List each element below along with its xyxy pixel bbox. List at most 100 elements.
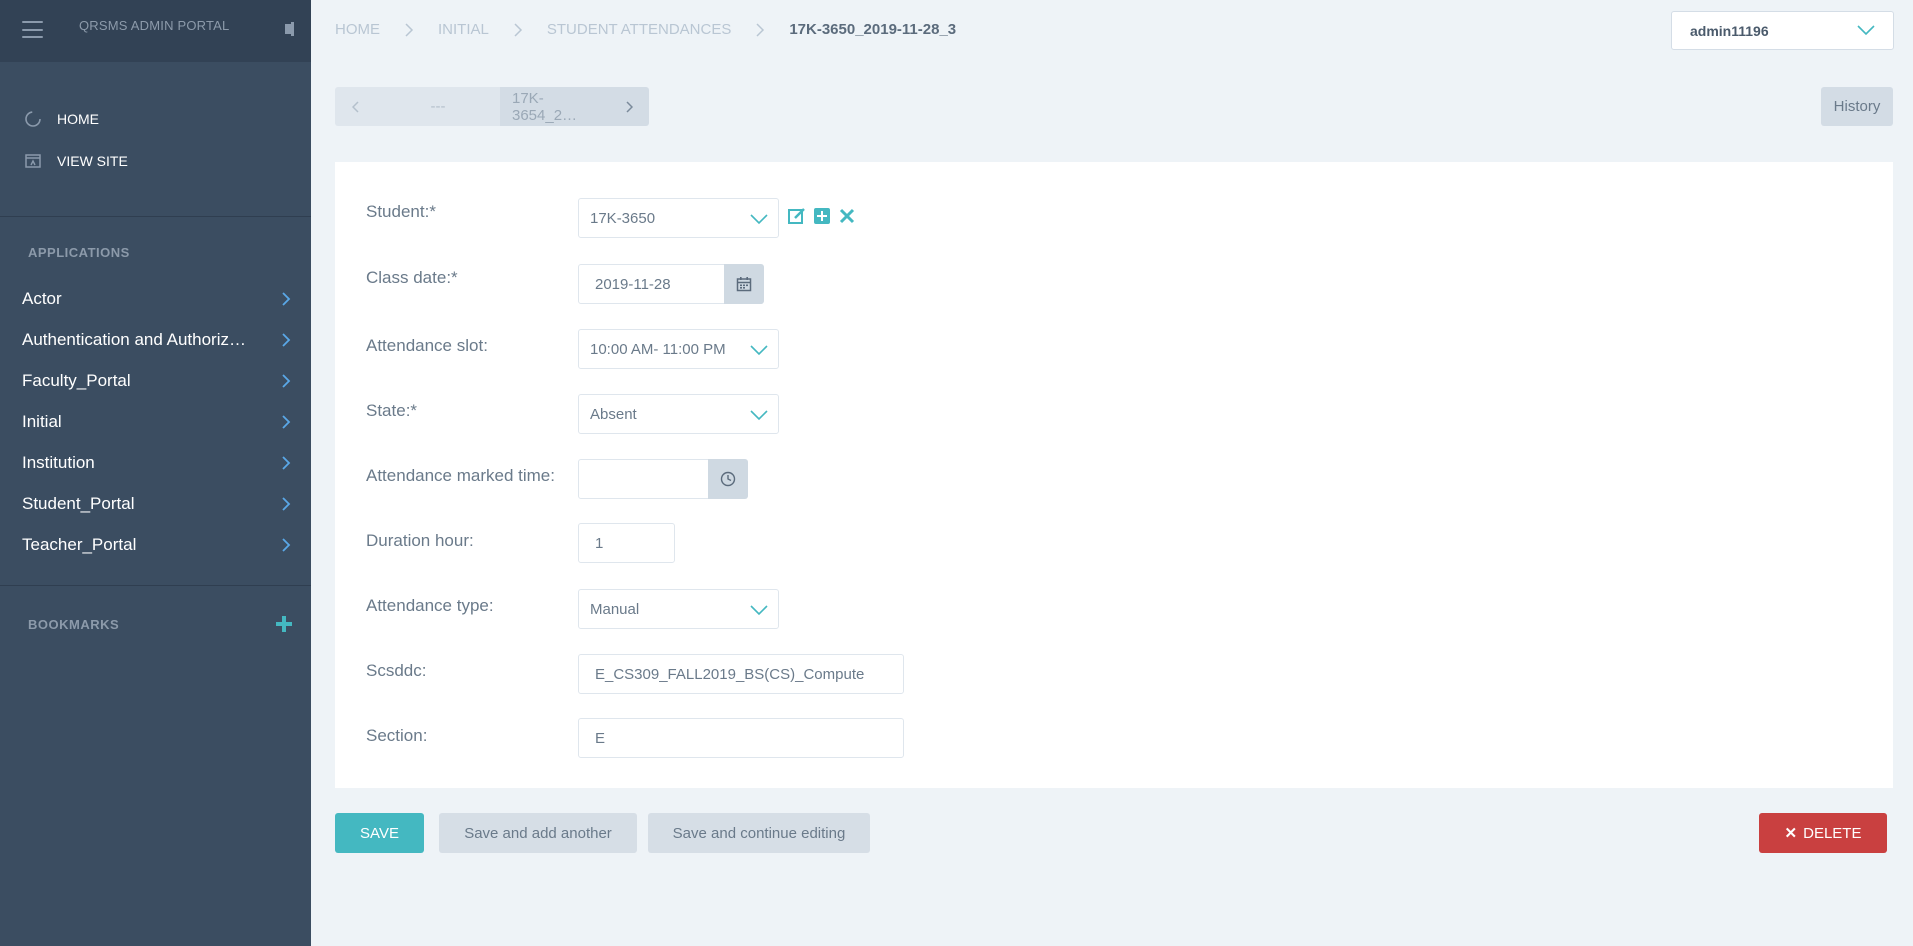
view-site-link-label: VIEW SITE: [57, 153, 128, 169]
home-link-label: HOME: [57, 111, 99, 127]
sidebar-item-institution[interactable]: Institution: [0, 442, 311, 483]
sidebar-item-label: Initial: [22, 411, 62, 431]
record-pager: --- 17K-3654_2…: [335, 87, 649, 126]
sidebar-header: QRSMS ADMIN PORTAL: [0, 0, 311, 62]
calendar-button[interactable]: [724, 264, 764, 304]
attendance-type-select[interactable]: Manual: [578, 589, 779, 629]
student-label: Student:*: [366, 202, 436, 221]
attendance-type-value: Manual: [590, 600, 640, 618]
sidebar-divider: [0, 585, 311, 586]
previous-record-button[interactable]: [335, 87, 376, 126]
duration-hour-label: Duration hour:: [366, 531, 474, 550]
sidebar-item-label: Institution: [22, 452, 95, 472]
clock-button[interactable]: [708, 459, 748, 499]
sidebar-item-label: Teacher_Portal: [22, 534, 137, 554]
state-select[interactable]: Absent: [578, 394, 779, 434]
chevron-right-icon: [282, 332, 291, 347]
attendance-slot-select[interactable]: 10:00 AM- 11:00 PM: [578, 329, 779, 369]
scsddc-value: E_CS309_FALL2019_BS(CS)_Compute: [595, 665, 865, 683]
sidebar-item-label: Authentication and Authoriz…: [22, 329, 246, 349]
save-and-add-another-button[interactable]: Save and add another: [439, 813, 637, 853]
chevron-down-icon: [750, 214, 768, 225]
edit-related-icon[interactable]: [786, 205, 808, 227]
attendance-marked-time-input[interactable]: [578, 459, 711, 499]
home-circle-icon: [23, 109, 43, 129]
section-value: E: [595, 729, 606, 747]
pin-icon[interactable]: [276, 20, 296, 38]
chevron-right-icon: [282, 373, 291, 388]
class-date-value: 2019-11-28: [595, 275, 671, 293]
section-label: Section:: [366, 726, 428, 745]
breadcrumb-home[interactable]: HOME: [335, 21, 380, 38]
calendar-icon: [736, 277, 752, 292]
sidebar-item-actor[interactable]: Actor: [0, 278, 311, 319]
student-select[interactable]: 17K-3650: [578, 198, 779, 238]
student-value: 17K-3650: [590, 209, 656, 227]
chevron-down-icon: [750, 345, 768, 356]
chevron-down-icon: [750, 410, 768, 421]
attendance-type-label: Attendance type:: [366, 596, 494, 615]
menu-toggle-icon[interactable]: [22, 21, 43, 38]
clock-icon: [720, 471, 736, 487]
scsddc-label: Scsddc:: [366, 661, 427, 680]
chevron-right-icon: [282, 496, 291, 511]
view-site-icon: [23, 151, 43, 171]
save-button[interactable]: SAVE: [335, 813, 424, 853]
sidebar-item-authentication[interactable]: Authentication and Authoriz…: [0, 319, 311, 360]
history-button[interactable]: History: [1821, 87, 1893, 126]
user-name: admin11196: [1690, 22, 1769, 39]
chevron-right-icon: [405, 22, 414, 37]
add-related-icon[interactable]: [811, 205, 833, 227]
chevron-right-icon: [514, 22, 522, 37]
breadcrumb-initial[interactable]: INITIAL: [438, 21, 489, 38]
change-form: Student:* 17K-3650 Class date:* 2019-11-…: [335, 162, 1893, 788]
bookmarks-header: BOOKMARKS: [0, 613, 311, 635]
state-label: State:*: [366, 401, 418, 420]
sidebar-home-link[interactable]: HOME: [0, 98, 311, 140]
sidebar: QRSMS ADMIN PORTAL HOME VIEW SITE APPLIC…: [0, 0, 311, 946]
sidebar-item-initial[interactable]: Initial: [0, 401, 311, 442]
chevron-right-icon: [282, 414, 291, 429]
user-menu-dropdown[interactable]: admin11196: [1671, 11, 1894, 50]
breadcrumb-current: 17K-3650_2019-11-28_3: [789, 21, 957, 38]
sidebar-divider: [0, 216, 311, 217]
chevron-right-icon: [282, 455, 291, 470]
delete-button[interactable]: ✕ DELETE: [1759, 813, 1887, 853]
chevron-right-icon: [625, 100, 633, 113]
sidebar-links: HOME VIEW SITE: [0, 62, 311, 182]
add-bookmark-icon[interactable]: [273, 613, 295, 635]
sidebar-view-site-link[interactable]: VIEW SITE: [0, 140, 311, 182]
breadcrumb: HOME INITIAL STUDENT ATTENDANCES 17K-365…: [335, 21, 956, 38]
delete-related-icon[interactable]: [836, 205, 858, 227]
sidebar-item-label: Student_Portal: [22, 493, 135, 513]
chevron-right-icon: [282, 291, 291, 306]
attendance-slot-value: 10:00 AM- 11:00 PM: [590, 340, 726, 358]
sidebar-item-faculty-portal[interactable]: Faculty_Portal: [0, 360, 311, 401]
next-record-label[interactable]: 17K-3654_2…: [500, 87, 608, 126]
chevron-down-icon: [750, 605, 768, 616]
attendance-marked-time-label: Attendance marked time:: [366, 466, 555, 485]
student-related-actions: [786, 205, 861, 227]
state-value: Absent: [590, 405, 637, 423]
chevron-right-icon: [756, 22, 765, 37]
duration-hour-input[interactable]: 1: [578, 523, 675, 563]
section-input[interactable]: E: [578, 718, 904, 758]
class-date-label: Class date:*: [366, 268, 458, 287]
sidebar-item-teacher-portal[interactable]: Teacher_Portal: [0, 524, 311, 565]
sidebar-item-label: Faculty_Portal: [22, 370, 131, 390]
save-and-continue-button[interactable]: Save and continue editing: [648, 813, 870, 853]
previous-record-label[interactable]: ---: [376, 87, 500, 126]
duration-hour-value: 1: [595, 534, 604, 552]
scsddc-input[interactable]: E_CS309_FALL2019_BS(CS)_Compute: [578, 654, 904, 694]
bookmarks-title: BOOKMARKS: [28, 616, 120, 632]
applications-list: Actor Authentication and Authoriz… Facul…: [0, 278, 311, 565]
class-date-input[interactable]: 2019-11-28: [578, 264, 728, 304]
next-record-button[interactable]: [608, 87, 649, 126]
brand-title: QRSMS ADMIN PORTAL: [79, 18, 230, 33]
chevron-right-icon: [282, 537, 291, 552]
chevron-left-icon: [351, 100, 359, 113]
breadcrumb-student-attendances[interactable]: STUDENT ATTENDANCES: [547, 21, 731, 38]
close-icon: ✕: [1784, 825, 1798, 842]
sidebar-item-student-portal[interactable]: Student_Portal: [0, 483, 311, 524]
attendance-slot-label: Attendance slot:: [366, 336, 488, 355]
